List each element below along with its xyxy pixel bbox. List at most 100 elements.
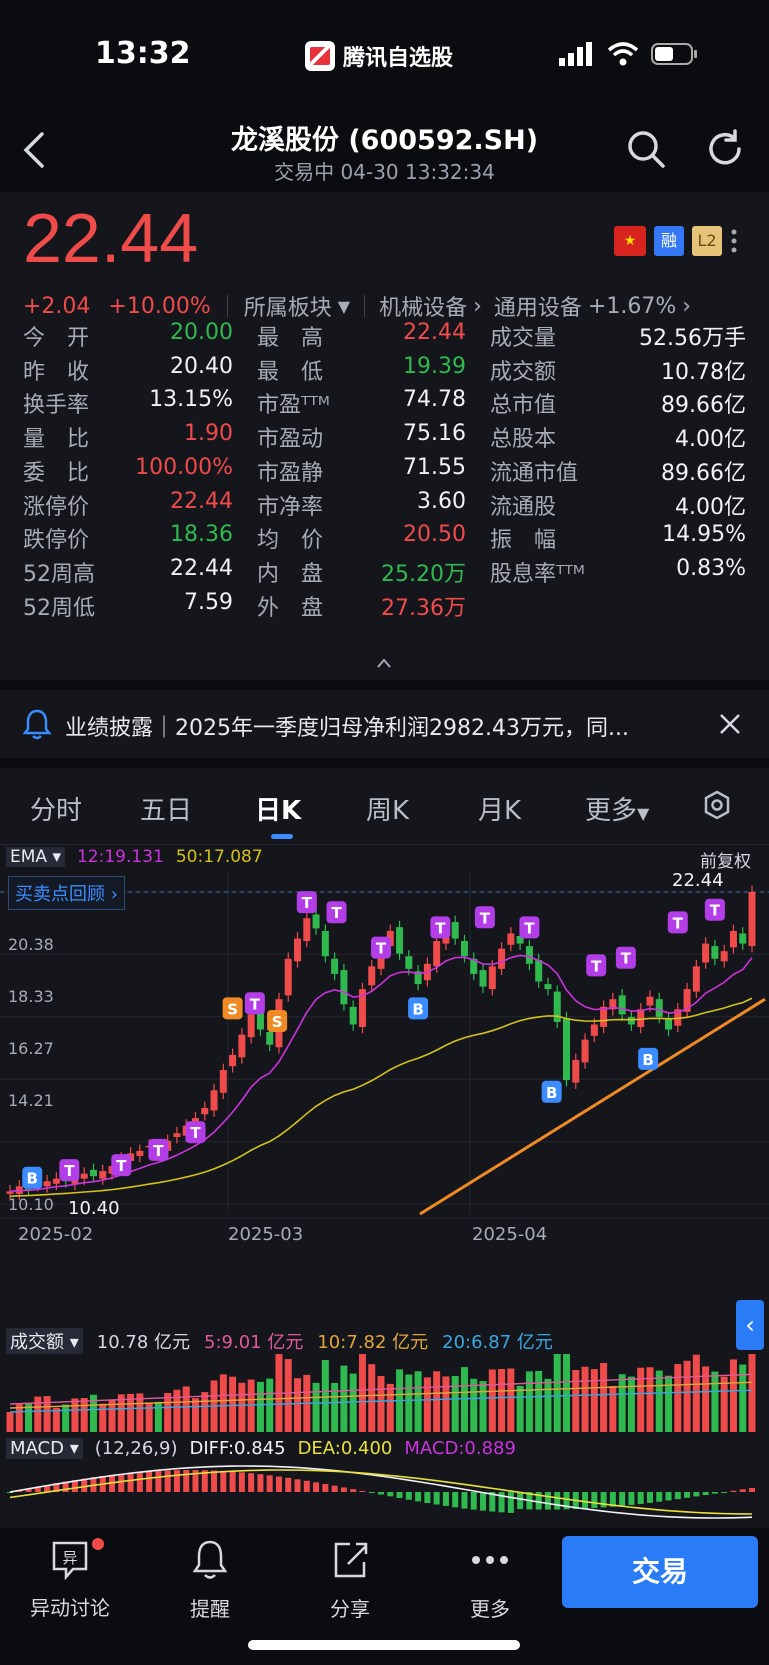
- candle-body: [433, 941, 441, 967]
- stat-value: 4.00亿: [675, 494, 746, 520]
- nav-share[interactable]: 分享: [300, 1538, 400, 1622]
- tab-intraday[interactable]: 分时: [30, 790, 82, 827]
- home-indicator[interactable]: [248, 1640, 520, 1650]
- wifi-icon: [607, 42, 639, 66]
- macd-bar: [693, 1492, 700, 1497]
- adjust-mode[interactable]: 前复权: [700, 847, 751, 872]
- sector-industry[interactable]: 机械设备: [379, 290, 467, 322]
- macd-bar: [313, 1482, 320, 1492]
- volume-bar: [266, 1378, 274, 1432]
- high-price-label: 22.44: [672, 870, 724, 891]
- volume-bar: [62, 1404, 70, 1432]
- candle-body: [247, 1014, 255, 1038]
- app-name-label: 腾讯自选股: [343, 46, 454, 71]
- volume-bar: [247, 1379, 255, 1432]
- nav-alert-label: 提醒: [190, 1597, 230, 1621]
- collapse-chevron-icon[interactable]: [376, 657, 392, 669]
- volume-chart[interactable]: [0, 1350, 769, 1435]
- signal-marker-label: T: [116, 1157, 127, 1175]
- nav-discussion[interactable]: 异 异动讨论: [20, 1538, 120, 1621]
- macd-bar: [470, 1492, 477, 1510]
- macd-bar: [749, 1487, 755, 1492]
- candle-body: [581, 1039, 589, 1063]
- sector-sub[interactable]: 通用设备: [494, 290, 582, 322]
- macd-selector[interactable]: MACD ▾: [6, 1438, 83, 1459]
- volume-bar: [349, 1373, 357, 1432]
- stat-label: 市净率: [257, 494, 324, 520]
- signal-marker-label: T: [710, 902, 721, 920]
- nav-more[interactable]: 更多: [440, 1538, 540, 1622]
- candle-body: [488, 966, 496, 990]
- review-button[interactable]: 买卖点回顾 ›: [8, 876, 125, 910]
- candle-body: [266, 1032, 274, 1045]
- tab-daily-k[interactable]: 日K: [255, 790, 301, 827]
- macd-bar: [721, 1492, 728, 1493]
- volume-bar: [535, 1370, 543, 1432]
- candle-body: [294, 938, 302, 962]
- tab-five-day[interactable]: 五日: [140, 790, 192, 827]
- signal-marker-label: T: [435, 919, 446, 937]
- macd-bar: [275, 1476, 282, 1492]
- volume-bar: [729, 1359, 737, 1432]
- announcement-text: 业绩披露｜2025年一季度归母净利润2982.43万元，同...: [65, 716, 629, 741]
- chevron-right-icon: ›: [682, 293, 692, 319]
- y-tick-label: 16.27: [8, 1039, 54, 1058]
- ema-selector[interactable]: EMA ▾: [6, 847, 65, 867]
- macd-legend: MACD ▾ (12,26,9) DIFF:0.845 DEA:0.400 MA…: [6, 1438, 516, 1459]
- tab-monthly-k[interactable]: 月K: [478, 790, 521, 827]
- signal-marker-label: B: [27, 1170, 38, 1188]
- search-icon[interactable]: [625, 128, 667, 170]
- volume-bar: [711, 1371, 719, 1432]
- change-row: +2.04 +10.00% 所属板块 ▼ 机械设备 › 通用设备 +1.67% …: [23, 290, 691, 322]
- l2-badge[interactable]: L2: [692, 226, 722, 256]
- caret-down-icon: ▼: [637, 804, 650, 823]
- close-icon[interactable]: [718, 712, 742, 736]
- macd-chart[interactable]: [0, 1458, 769, 1526]
- candle-body: [89, 1169, 97, 1177]
- stat-label: 外 盘: [257, 595, 324, 621]
- volume-bar: [52, 1407, 60, 1432]
- macd-bar: [711, 1492, 718, 1494]
- more-vertical-icon[interactable]: [730, 226, 738, 256]
- volume-bar: [405, 1374, 413, 1432]
- volume-bar: [655, 1370, 663, 1432]
- tab-more[interactable]: 更多▼: [585, 790, 649, 827]
- candle-body: [219, 1069, 227, 1093]
- candle-body: [563, 1018, 570, 1081]
- stat-value: 22.44: [170, 555, 233, 581]
- more-icon: [472, 1556, 508, 1564]
- active-tab-indicator: [271, 834, 293, 839]
- stat-value: 18.36: [170, 522, 233, 548]
- macd-bar: [480, 1492, 487, 1511]
- candle-body: [303, 918, 311, 942]
- badge-row: ★ 融 L2: [614, 226, 738, 256]
- settings-hexagon-icon[interactable]: [703, 790, 731, 820]
- volume-bar: [479, 1381, 487, 1432]
- macd-bar: [424, 1492, 431, 1503]
- kline-chart[interactable]: 20.3818.3316.2714.2110.10B T TTTS TSTTTBTTT…: [0, 870, 769, 1298]
- stat-label: 量 比: [23, 427, 90, 453]
- volume-bar: [553, 1354, 561, 1432]
- volume-bar: [563, 1354, 570, 1432]
- stat-value: 25.20万: [381, 561, 466, 587]
- side-collapse-button[interactable]: ‹: [736, 1300, 764, 1350]
- candle-body: [460, 941, 468, 957]
- candle-body: [349, 1006, 357, 1025]
- candle-body: [646, 996, 654, 1006]
- macd-bar: [350, 1489, 357, 1492]
- ema12-value: 12:19.131: [76, 847, 164, 867]
- macd-bar: [155, 1470, 162, 1492]
- margin-badge[interactable]: 融: [654, 226, 684, 256]
- tab-weekly-k[interactable]: 周K: [366, 790, 409, 827]
- macd-bar: [238, 1472, 245, 1492]
- volume-bar: [312, 1382, 320, 1432]
- app-logo-icon: [305, 41, 335, 71]
- refresh-icon[interactable]: [704, 128, 746, 170]
- macd-value: MACD:0.889: [404, 1438, 516, 1459]
- trade-button[interactable]: 交易: [562, 1536, 758, 1608]
- macd-bar: [248, 1473, 255, 1492]
- nav-alert[interactable]: 提醒: [160, 1538, 260, 1622]
- stat-label: 最 低: [257, 359, 324, 385]
- sector-label[interactable]: 所属板块: [244, 290, 332, 322]
- macd-bar: [396, 1492, 403, 1499]
